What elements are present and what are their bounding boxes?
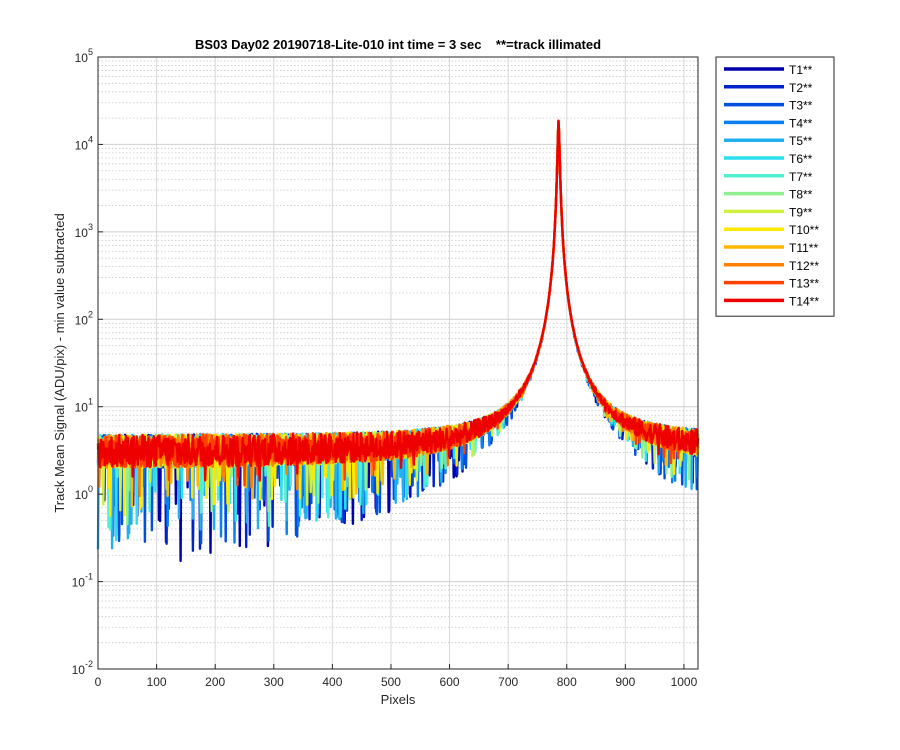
legend-label: T5** [789,134,813,148]
legend-label: T12** [789,259,819,273]
y-axis-label: Track Mean Signal (ADU/pix) - min value … [52,213,67,512]
x-tick-label: 0 [95,675,102,689]
legend-label: T4** [789,116,813,130]
x-tick-label: 1000 [671,675,698,689]
x-tick-label: 800 [557,675,577,689]
x-tick-label: 600 [440,675,460,689]
x-tick-label: 700 [498,675,518,689]
chart-figure: BS03 Day02 20190718-Lite-010 int time = … [0,0,900,750]
x-tick-label: 200 [205,675,225,689]
legend-label: T1** [789,63,813,77]
x-tick-label: 100 [147,675,167,689]
x-tick-label: 400 [322,675,342,689]
legend-label: T2** [789,81,813,95]
chart-title: BS03 Day02 20190718-Lite-010 int time = … [195,37,601,52]
x-tick-label: 900 [615,675,635,689]
legend-label: T10** [789,223,819,237]
x-tick-label: 500 [381,675,401,689]
legend-label: T6** [789,152,813,166]
legend-label: T7** [789,170,813,184]
legend-label: T11** [789,241,818,255]
legend-label: T3** [789,99,813,113]
legend: T1** T2** T3** T4** T5** T6** T7** T8** T9** T10*… [715,56,835,317]
x-axis-label: Pixels [381,692,416,707]
legend-label: T13** [789,277,819,291]
legend-label: T14** [789,294,819,308]
x-tick-label: 300 [264,675,284,689]
legend-label: T8** [789,188,813,202]
legend-label: T9** [789,205,813,219]
